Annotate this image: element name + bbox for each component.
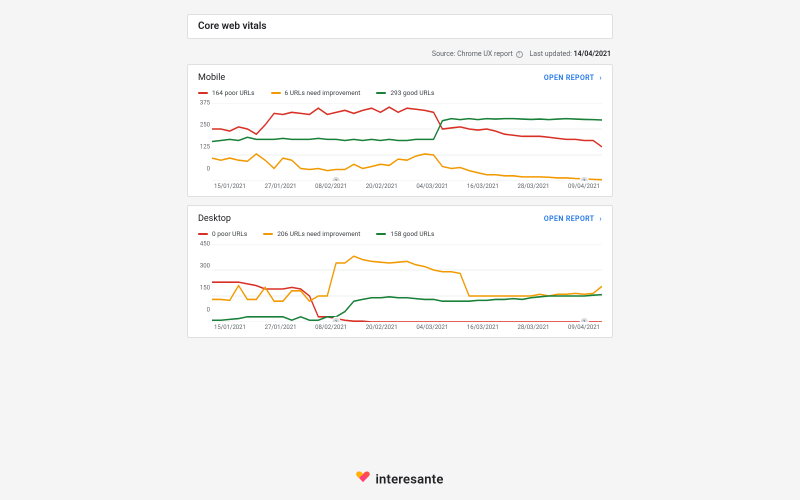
x-tick: 09/04/2021: [568, 183, 600, 190]
legend-label-improve: 206 URLs need improvement: [277, 230, 360, 238]
legend-label-good: 293 good URLs: [390, 89, 434, 97]
chart-desktop: 0150300450 11 15/01/202127/01/202108/02/…: [188, 242, 612, 337]
x-tick: 15/01/2021: [214, 324, 246, 331]
svg-text:1: 1: [335, 320, 338, 322]
x-tick: 28/03/2021: [517, 183, 549, 190]
x-axis-mobile: 15/01/2021 27/01/2021 08/02/2021 20/02/2021…: [212, 183, 602, 190]
brand-text: interesante: [375, 472, 443, 487]
legend-item-improve: 206 URLs need improvement: [263, 230, 360, 238]
chart-mobile: 0125250375 11 15/01/202127/01/202108/02/…: [188, 101, 612, 196]
x-tick: 04/03/2021: [416, 324, 448, 331]
legend-swatch-amber: [263, 233, 273, 235]
x-tick: 20/02/2021: [366, 183, 398, 190]
svg-text:1: 1: [583, 320, 586, 322]
last-updated-label: Last updated:: [530, 50, 572, 58]
panel-desktop: Desktop OPEN REPORT › 0 poor URLs 206 UR…: [187, 205, 613, 338]
open-report-label: OPEN REPORT: [544, 215, 594, 223]
y-tick: 250: [200, 122, 210, 129]
x-tick: 08/02/2021: [315, 324, 347, 331]
source-label: Source:: [432, 50, 455, 58]
legend-desktop: 0 poor URLs 206 URLs need improvement 15…: [188, 228, 612, 242]
chevron-right-icon: ›: [599, 215, 602, 223]
legend-label-improve: 6 URLs need improvement: [285, 89, 361, 97]
y-tick: 0: [207, 307, 210, 314]
open-report-label: OPEN REPORT: [544, 74, 594, 82]
legend-swatch-red: [198, 233, 208, 235]
chevron-right-icon: ›: [599, 74, 602, 82]
x-tick: 16/03/2021: [467, 324, 499, 331]
legend-item-good: 158 good URLs: [376, 230, 434, 238]
x-tick: 15/01/2021: [214, 183, 246, 190]
chart-svg-desktop: 11: [212, 244, 602, 322]
x-tick: 04/03/2021: [416, 183, 448, 190]
y-tick: 150: [200, 285, 210, 292]
legend-label-poor: 0 poor URLs: [212, 230, 247, 238]
heart-icon: [356, 471, 370, 487]
x-tick: 09/04/2021: [568, 324, 600, 331]
legend-label-poor: 164 poor URLs: [212, 89, 255, 97]
open-report-desktop[interactable]: OPEN REPORT ›: [544, 215, 602, 223]
x-tick: 27/01/2021: [265, 324, 297, 331]
legend-item-good: 293 good URLs: [376, 89, 434, 97]
y-tick: 375: [200, 100, 210, 107]
y-tick: 125: [200, 144, 210, 151]
legend-item-poor: 164 poor URLs: [198, 89, 255, 97]
chart-svg-mobile: 11: [212, 103, 602, 181]
x-tick: 28/03/2021: [517, 324, 549, 331]
title-text: Core web vitals: [198, 21, 267, 32]
x-axis-desktop: 15/01/2021 27/01/2021 08/02/2021 20/02/2021…: [212, 324, 602, 331]
legend-swatch-green: [376, 233, 386, 235]
y-tick: 450: [200, 241, 210, 248]
legend-item-improve: 6 URLs need improvement: [271, 89, 361, 97]
legend-swatch-green: [376, 92, 386, 94]
panel-title-desktop: Desktop: [198, 214, 231, 224]
last-updated-value: 14/04/2021: [574, 50, 611, 58]
panel-title-mobile: Mobile: [198, 73, 225, 83]
svg-text:1: 1: [335, 179, 338, 181]
legend-item-poor: 0 poor URLs: [198, 230, 247, 238]
y-axis-desktop: 0150300450: [194, 244, 210, 310]
legend-swatch-red: [198, 92, 208, 94]
x-tick: 16/03/2021: [467, 183, 499, 190]
panel-mobile: Mobile OPEN REPORT › 164 poor URLs 6 URL…: [187, 64, 613, 197]
page-title: Core web vitals: [187, 14, 613, 39]
y-tick: 0: [207, 166, 210, 173]
report-meta: Source: Chrome UX report ? Last updated:…: [187, 47, 613, 64]
legend-swatch-amber: [271, 92, 281, 94]
legend-label-good: 158 good URLs: [390, 230, 434, 238]
y-tick: 300: [200, 263, 210, 270]
legend-mobile: 164 poor URLs 6 URLs need improvement 29…: [188, 87, 612, 101]
x-tick: 27/01/2021: [265, 183, 297, 190]
x-tick: 20/02/2021: [366, 324, 398, 331]
open-report-mobile[interactable]: OPEN REPORT ›: [544, 74, 602, 82]
x-tick: 08/02/2021: [315, 183, 347, 190]
svg-text:1: 1: [583, 179, 586, 181]
y-axis-mobile: 0125250375: [194, 103, 210, 169]
info-icon[interactable]: ?: [516, 51, 523, 58]
brand-footer: interesante: [0, 472, 800, 488]
source-value: Chrome UX report: [457, 50, 513, 58]
